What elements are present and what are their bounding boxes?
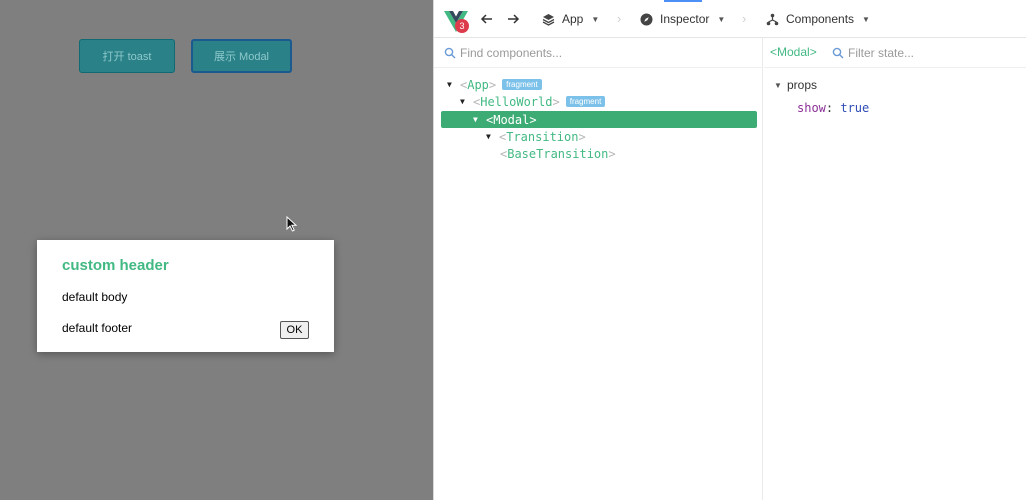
tree-node-label: Transition <box>506 129 579 144</box>
state-header: <Modal> <box>764 38 1026 68</box>
caret-down-icon: ▼ <box>591 14 600 24</box>
tree-node-label: App <box>467 77 489 92</box>
component-search-bar <box>434 38 763 68</box>
caret-down-icon: ▼ <box>862 14 870 24</box>
app-viewport: 打开 toast 展示 Modal custom header default … <box>0 0 433 500</box>
selected-component-name: <Modal> <box>770 45 817 59</box>
chevron-right-icon: › <box>742 11 747 26</box>
search-icon <box>444 47 456 59</box>
expand-triangle-icon[interactable]: ▼ <box>460 97 470 106</box>
show-modal-button[interactable]: 展示 Modal <box>191 39 292 73</box>
tree-node-basetransition[interactable]: < BaseTransition > <box>500 145 616 162</box>
expand-triangle-icon[interactable]: ▼ <box>447 80 457 89</box>
chevron-right-icon: › <box>617 11 622 26</box>
search-icon <box>832 47 844 59</box>
tree-node-modal[interactable]: ▼ < Modal > <box>473 111 537 128</box>
prop-key: show <box>797 101 826 115</box>
tree-node-label: HelloWorld <box>480 94 553 109</box>
vue-devtools-panel: 3 App ▼ › Inspector ▼ › Components ▼ Fin… <box>433 0 1026 500</box>
ok-button[interactable]: OK <box>280 321 309 339</box>
modal-header: custom header <box>62 257 169 274</box>
expand-triangle-icon[interactable]: ▼ <box>473 115 483 124</box>
back-arrow-icon[interactable] <box>479 11 495 27</box>
expand-triangle-icon[interactable]: ▼ <box>774 81 784 90</box>
tree-node-helloworld[interactable]: ▼ < HelloWorld > fragment <box>460 93 606 110</box>
tree-node-label: BaseTransition <box>507 146 609 161</box>
active-tab-indicator <box>664 0 702 2</box>
caret-down-icon: ▼ <box>717 14 726 24</box>
fragment-tag: fragment <box>565 96 606 107</box>
expand-triangle-icon[interactable]: ▼ <box>486 132 496 141</box>
components-selector-label: Components <box>786 12 855 26</box>
open-toast-button[interactable]: 打开 toast <box>79 39 175 73</box>
props-section-header[interactable]: ▼ props <box>774 78 817 92</box>
layers-icon <box>542 13 555 26</box>
tree-node-transition[interactable]: ▼ < Transition > <box>486 128 586 145</box>
inspector-selector[interactable]: Inspector ▼ <box>640 11 725 27</box>
component-search-input[interactable] <box>460 44 750 62</box>
props-section-label: props <box>787 78 818 92</box>
modal-dialog: custom header default body default foote… <box>37 240 334 352</box>
tree-node-label: Modal <box>493 112 530 127</box>
prop-value[interactable]: true <box>840 101 869 115</box>
mouse-cursor-icon <box>286 216 298 232</box>
components-selector[interactable]: Components ▼ <box>766 11 870 27</box>
prop-row[interactable]: show: true <box>797 101 869 115</box>
filter-state-input[interactable] <box>848 44 1018 62</box>
inspector-selector-label: Inspector <box>660 12 710 26</box>
tree-node-app[interactable]: ▼ < App > fragment <box>447 76 542 93</box>
fragment-tag: fragment <box>502 79 542 90</box>
compass-icon <box>640 13 653 25</box>
modal-body: default body <box>62 290 128 304</box>
modal-footer: default footer <box>62 321 133 335</box>
forward-arrow-icon[interactable] <box>505 11 521 27</box>
component-tree-icon <box>766 13 779 25</box>
state-inspector-pane: <Modal> ▼ props show: true <box>764 38 1026 500</box>
devtools-toolbar: 3 App ▼ › Inspector ▼ › Components ▼ <box>434 0 1026 38</box>
app-selector[interactable]: App ▼ <box>542 11 599 27</box>
version-badge: 3 <box>455 19 469 33</box>
app-selector-label: App <box>562 12 584 26</box>
